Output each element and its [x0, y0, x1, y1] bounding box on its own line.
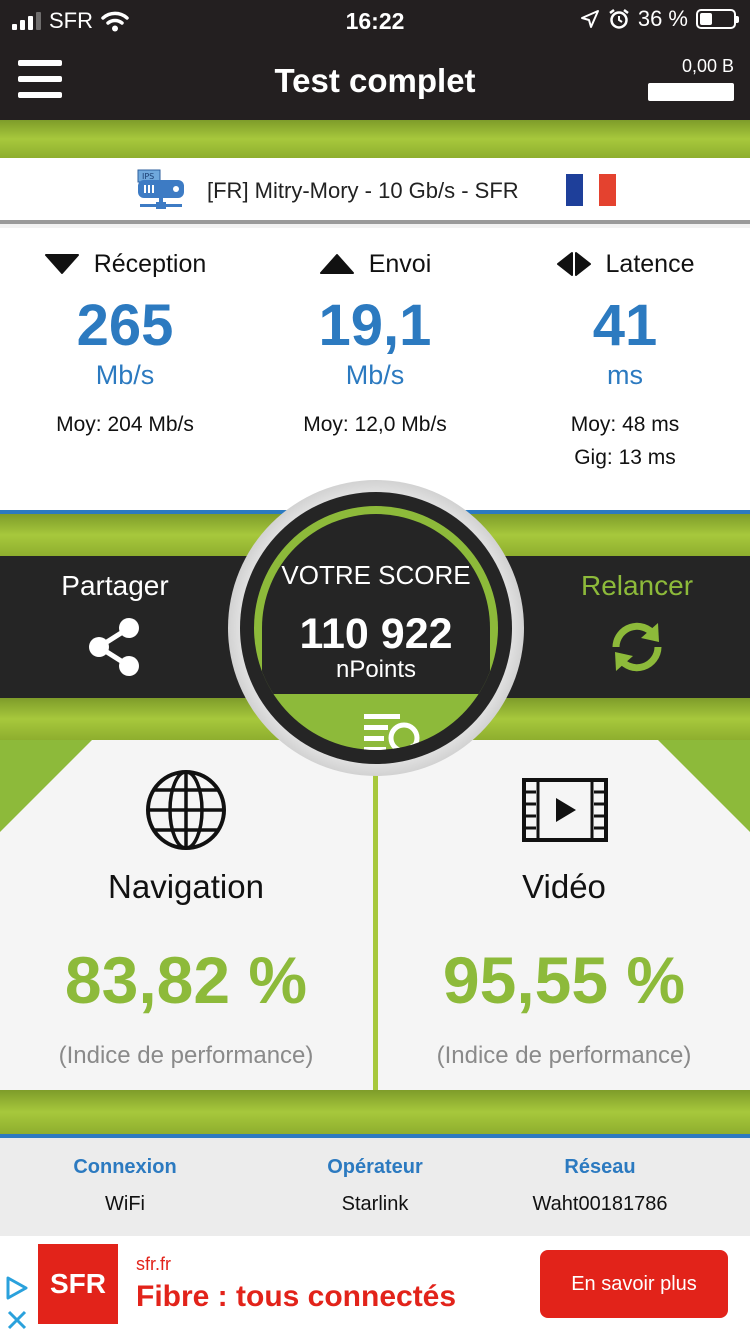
download-header: Réception — [0, 246, 250, 282]
retry-button[interactable]: Relancer — [522, 570, 750, 683]
globe-icon — [146, 770, 226, 850]
network-value: Waht00181786 — [532, 1193, 668, 1215]
navigation-title: Navigation — [108, 868, 264, 905]
latency-label: Latence — [605, 249, 695, 278]
download-metric: Réception 265 Mb/s Moy: 204 Mb/s — [0, 246, 250, 441]
status-bar: SFR 16:22 36 % — [0, 0, 750, 40]
connection-value: WiFi — [105, 1193, 145, 1215]
video-film-icon — [522, 778, 608, 842]
navigation-panel[interactable]: Navigation 83,82 % (Indice de performanc… — [0, 740, 372, 1090]
ad-cta-button[interactable]: En savoir plus — [540, 1250, 728, 1318]
server-name: [FR] Mitry-Mory - 10 Gb/s - SFR — [207, 178, 519, 203]
flag-stripe — [582, 174, 600, 206]
connection-label: Connexion — [73, 1156, 177, 1178]
latency-value: 41 — [592, 293, 658, 358]
latency-jitter: Gig: 13 ms — [574, 446, 676, 469]
triangle-down-icon — [44, 254, 79, 274]
latency-average: Moy: 48 ms — [570, 413, 680, 436]
decorative-band-top — [0, 120, 750, 158]
score-value: 110 922 — [299, 610, 453, 658]
server-icon: IPS — [137, 169, 184, 209]
video-title: Vidéo — [522, 868, 606, 905]
server-selector[interactable]: IPS [FR] Mitry-Mory - 10 Gb/s - SFR — [0, 158, 750, 224]
score-details-search-icon[interactable] — [364, 712, 436, 750]
network-info-item: Réseau Waht00181786 — [475, 1156, 725, 1216]
ad-banner[interactable]: SFR sfr.fr Fibre : tous connectés En sav… — [0, 1236, 750, 1334]
latency-header: Latence — [500, 246, 750, 282]
operator-info-item: Opérateur Starlink — [250, 1156, 500, 1216]
upload-unit: Mb/s — [345, 360, 405, 390]
upload-header: Envoi — [250, 246, 500, 282]
share-label: Partager — [61, 570, 169, 601]
app-header: Test complet 0,00 B — [0, 40, 750, 120]
share-button[interactable]: Partager — [0, 570, 230, 683]
triangle-up-icon — [319, 254, 354, 274]
data-usage-counter: 0,00 B — [648, 56, 734, 101]
retry-label: Relancer — [580, 570, 694, 601]
score-title: VOTRE SCORE — [281, 560, 471, 590]
connection-info: Connexion WiFi Opérateur Starlink Réseau… — [0, 1138, 750, 1236]
score-dial: VOTRE SCORE 110 922 nPoints — [228, 480, 524, 776]
decorative-band-bottom — [0, 1090, 750, 1134]
ad-choices-icon[interactable] — [4, 1274, 30, 1334]
ad-domain[interactable]: sfr.fr — [136, 1254, 171, 1275]
download-unit: Mb/s — [95, 360, 155, 390]
upload-average: Moy: 12,0 Mb/s — [303, 413, 447, 436]
speed-metrics: Réception 265 Mb/s Moy: 204 Mb/s Envoi 1… — [0, 228, 750, 510]
latency-metric: Latence 41 ms Moy: 48 ms Gig: 13 ms — [500, 246, 750, 474]
battery-level — [700, 13, 712, 25]
download-value: 265 — [76, 293, 174, 358]
latency-arrows-icon — [556, 252, 591, 276]
location-arrow-icon — [580, 10, 599, 28]
score-unit: nPoints — [335, 656, 417, 683]
server-icon-label: IPS — [142, 172, 154, 181]
score-dial-green: VOTRE SCORE 110 922 nPoints — [254, 506, 498, 750]
connection-info-item: Connexion WiFi — [0, 1156, 250, 1216]
network-label: Réseau — [564, 1156, 636, 1178]
download-label: Réception — [93, 249, 207, 278]
latency-unit: ms — [607, 360, 643, 390]
operator-value: Starlink — [341, 1193, 409, 1215]
video-note: (Indice de performance) — [436, 1042, 692, 1069]
video-panel[interactable]: Vidéo 95,55 % (Indice de performance) — [378, 740, 750, 1090]
navigation-note: (Indice de performance) — [58, 1042, 314, 1069]
share-icon — [89, 618, 139, 676]
video-score: 95,55 % — [442, 943, 686, 1017]
score-dial-inner: VOTRE SCORE 110 922 nPoints — [240, 492, 512, 764]
upload-metric: Envoi 19,1 Mb/s Moy: 12,0 Mb/s — [250, 246, 500, 441]
battery-icon — [696, 9, 739, 29]
ad-headline[interactable]: Fibre : tous connectés — [136, 1280, 456, 1314]
alarm-icon — [609, 9, 629, 29]
page-title: Test complet — [274, 62, 476, 99]
download-average: Moy: 204 Mb/s — [56, 413, 194, 436]
performance-panels: Navigation 83,82 % (Indice de performanc… — [0, 740, 750, 1090]
data-usage-bar — [648, 83, 734, 101]
battery-percent: 36 % — [637, 6, 688, 31]
refresh-icon — [612, 622, 662, 672]
sfr-logo[interactable]: SFR — [38, 1244, 118, 1324]
upload-label: Envoi — [368, 249, 432, 278]
operator-label: Opérateur — [327, 1156, 423, 1178]
data-usage-value: 0,00 B — [681, 56, 734, 76]
flag-stripe — [566, 174, 583, 206]
flag-stripe — [599, 174, 617, 206]
france-flag-icon — [566, 174, 617, 206]
navigation-score: 83,82 % — [64, 943, 308, 1017]
upload-value: 19,1 — [318, 293, 432, 358]
status-right: 36 % — [580, 6, 739, 32]
